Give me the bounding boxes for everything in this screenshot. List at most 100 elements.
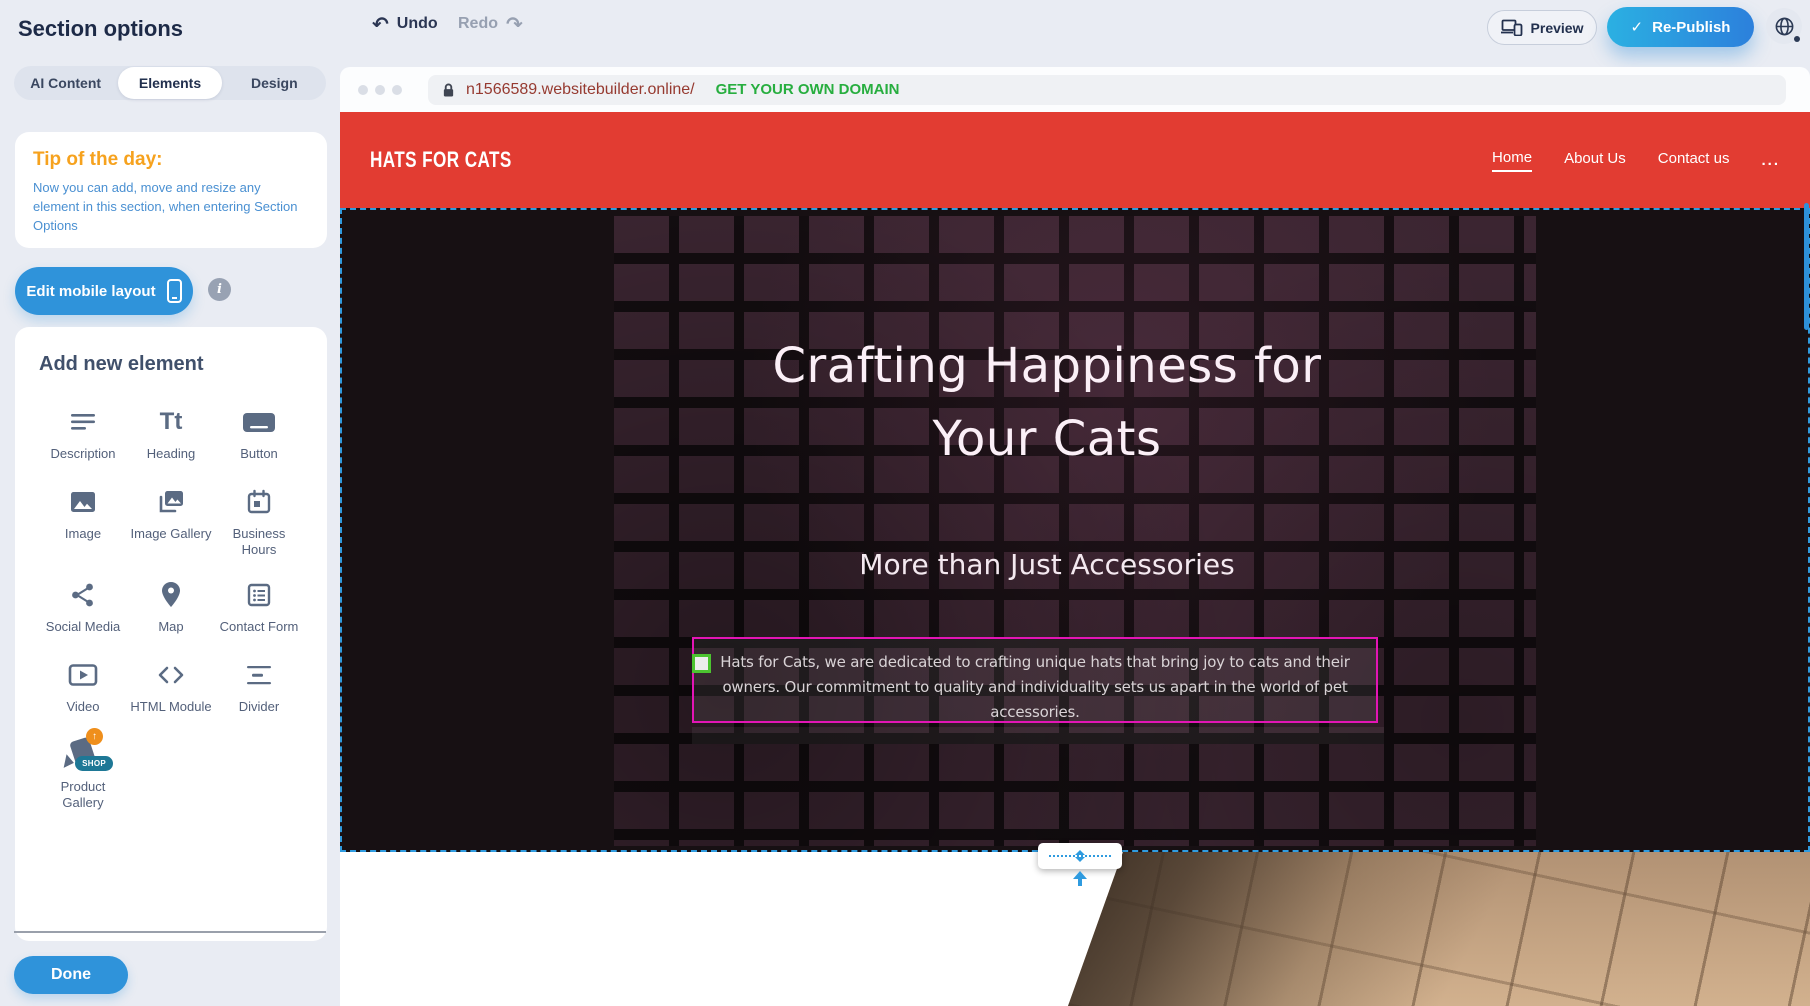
get-your-own-domain-link[interactable]: GET YOUR OWN DOMAIN bbox=[716, 81, 900, 98]
hero-background-tiles bbox=[614, 216, 1536, 846]
devices-icon bbox=[1501, 19, 1523, 36]
panel-tabs: AI Content Elements Design bbox=[14, 66, 326, 100]
preview-label: Preview bbox=[1531, 20, 1584, 36]
section-options-panel: Section options AI Content Elements Desi… bbox=[0, 0, 340, 1006]
tip-title: Tip of the day: bbox=[33, 149, 309, 171]
element-label: HTML Module bbox=[130, 699, 211, 715]
browser-chrome-bar: n1566589.websitebuilder.online/ GET YOUR… bbox=[340, 67, 1810, 112]
hero-paragraph[interactable]: Hats for Cats, we are dedicated to craft… bbox=[694, 639, 1376, 725]
drag-up-arrow-icon bbox=[1068, 871, 1092, 887]
done-button[interactable]: Done bbox=[14, 956, 128, 994]
element-ghost-band bbox=[692, 727, 1384, 744]
social-media-icon bbox=[70, 575, 96, 615]
site-preview-window: n1566589.websitebuilder.online/ GET YOUR… bbox=[340, 67, 1810, 1006]
element-heading[interactable]: Tt Heading bbox=[127, 402, 215, 466]
contact-form-icon bbox=[246, 575, 272, 615]
nav-about-us[interactable]: About Us bbox=[1564, 150, 1626, 171]
element-label: Video bbox=[66, 699, 99, 715]
panel-title: Section options bbox=[18, 16, 183, 42]
map-pin-icon bbox=[160, 575, 182, 615]
element-label: Button bbox=[240, 446, 278, 462]
tab-elements[interactable]: Elements bbox=[118, 67, 221, 99]
window-dot bbox=[392, 85, 402, 95]
element-button[interactable]: Button bbox=[215, 402, 303, 466]
tip-body: Now you can add, move and resize any ele… bbox=[33, 179, 309, 236]
hero-section-selected[interactable]: Crafting Happiness for Your Cats More th… bbox=[340, 208, 1810, 852]
preview-scrollbar[interactable] bbox=[1804, 203, 1809, 330]
window-dot bbox=[375, 85, 385, 95]
product-tag-shape bbox=[64, 754, 76, 770]
globe-language-button[interactable] bbox=[1766, 8, 1802, 44]
lock-icon bbox=[442, 82, 455, 98]
site-header: HATS FOR CATS Home About Us Contact us .… bbox=[340, 112, 1810, 208]
site-url[interactable]: n1566589.websitebuilder.online/ bbox=[466, 81, 695, 99]
section-resize-handle[interactable] bbox=[1038, 843, 1122, 869]
window-dot bbox=[358, 85, 368, 95]
element-label: Map bbox=[158, 619, 183, 635]
add-new-element-panel: Add new element Description Tt Heading bbox=[15, 327, 327, 941]
undo-icon: ↶ bbox=[372, 14, 389, 34]
element-divider[interactable]: Divider bbox=[215, 655, 303, 719]
nav-home[interactable]: Home bbox=[1492, 149, 1532, 172]
video-icon bbox=[68, 655, 98, 695]
element-description[interactable]: Description bbox=[39, 402, 127, 466]
edit-mobile-layout-button[interactable]: Edit mobile layout bbox=[15, 267, 193, 315]
element-label: Heading bbox=[147, 446, 195, 462]
hero-title-line2: Your Cats bbox=[582, 403, 1512, 476]
business-hours-icon bbox=[246, 482, 272, 522]
nav-more-button[interactable]: ... bbox=[1761, 152, 1780, 169]
tip-of-the-day-card: Tip of the day: Now you can add, move an… bbox=[15, 132, 327, 248]
floor-photo bbox=[1068, 852, 1810, 1006]
code-icon bbox=[157, 655, 185, 695]
element-business-hours[interactable]: Business Hours bbox=[215, 482, 303, 559]
republish-button[interactable]: ✓ Re-Publish bbox=[1607, 7, 1754, 47]
product-gallery-icon: ↑ SHOP bbox=[61, 735, 105, 775]
tab-ai-content[interactable]: AI Content bbox=[14, 66, 117, 100]
site-logo[interactable]: HATS FOR CATS bbox=[370, 147, 512, 173]
divider-icon bbox=[245, 655, 273, 695]
element-social-media[interactable]: Social Media bbox=[39, 575, 127, 639]
element-label: Divider bbox=[239, 699, 279, 715]
site-nav: Home About Us Contact us ... bbox=[1492, 149, 1780, 172]
browser-window-dots bbox=[358, 85, 402, 95]
hero-subtitle[interactable]: More than Just Accessories bbox=[582, 548, 1512, 581]
redo-icon: ↷ bbox=[506, 14, 523, 34]
edit-mobile-layout-label: Edit mobile layout bbox=[26, 283, 155, 300]
undo-button[interactable]: ↶ Undo bbox=[372, 14, 438, 34]
check-icon: ✓ bbox=[1631, 18, 1644, 36]
element-grid: Description Tt Heading Button Ima bbox=[39, 402, 303, 811]
element-drag-handle[interactable] bbox=[692, 654, 711, 673]
image-icon bbox=[69, 482, 97, 522]
preview-button[interactable]: Preview bbox=[1487, 10, 1597, 45]
address-bar[interactable]: n1566589.websitebuilder.online/ GET YOUR… bbox=[428, 75, 1786, 105]
element-label: Description bbox=[50, 446, 115, 462]
element-video[interactable]: Video bbox=[39, 655, 127, 719]
globe-icon bbox=[1774, 16, 1795, 37]
add-new-element-title: Add new element bbox=[39, 353, 303, 376]
undo-label: Undo bbox=[397, 15, 438, 33]
redo-button[interactable]: Redo ↷ bbox=[458, 14, 523, 34]
element-label: Image Gallery bbox=[131, 526, 212, 542]
element-html-module[interactable]: HTML Module bbox=[127, 655, 215, 719]
republish-label: Re-Publish bbox=[1652, 19, 1730, 36]
element-label: Contact Form bbox=[220, 619, 299, 635]
hero-title[interactable]: Crafting Happiness for Your Cats bbox=[582, 330, 1512, 476]
element-image-gallery[interactable]: Image Gallery bbox=[127, 482, 215, 559]
description-icon bbox=[69, 402, 97, 442]
element-image[interactable]: Image bbox=[39, 482, 127, 559]
element-product-gallery[interactable]: ↑ SHOP Product Gallery bbox=[39, 735, 127, 812]
element-label: Social Media bbox=[46, 619, 120, 635]
smartphone-icon bbox=[167, 279, 182, 303]
paragraph-element-selected[interactable]: Hats for Cats, we are dedicated to craft… bbox=[692, 637, 1378, 723]
shop-badge: SHOP bbox=[75, 756, 113, 771]
upgrade-arrow-badge: ↑ bbox=[86, 728, 103, 745]
resize-arrows-icon bbox=[1075, 850, 1085, 862]
image-gallery-icon bbox=[157, 482, 185, 522]
element-map[interactable]: Map bbox=[127, 575, 215, 639]
nav-contact-us[interactable]: Contact us bbox=[1658, 150, 1730, 171]
info-icon[interactable]: i bbox=[208, 278, 231, 301]
tab-design[interactable]: Design bbox=[223, 66, 326, 100]
hero-title-line1: Crafting Happiness for bbox=[582, 330, 1512, 403]
element-contact-form[interactable]: Contact Form bbox=[215, 575, 303, 639]
heading-icon: Tt bbox=[160, 402, 183, 442]
